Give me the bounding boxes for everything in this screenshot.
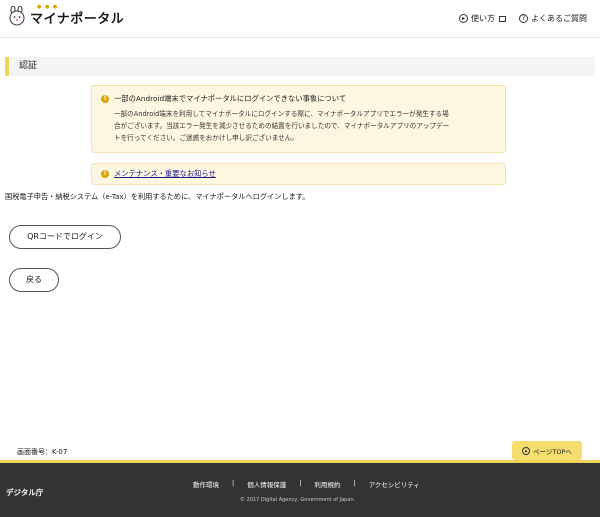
footer-link-terms[interactable]: 利用規約 — [314, 479, 340, 489]
warning-icon: ! — [101, 95, 109, 103]
page-top-label: ページTOPへ — [533, 447, 572, 456]
page-top-button[interactable]: ▴ ページTOPへ — [512, 441, 582, 460]
notice-body-line: 一部のAndroid端末を利用してマイナポータルにログインする際に、マイナポータ… — [114, 110, 449, 118]
intro-text: 国税電子申告・納税システム（e-Tax）を利用するために、マイナポータルへログイ… — [5, 192, 310, 201]
external-window-icon — [499, 15, 506, 22]
screen-number: 画面番号：K-07 — [17, 448, 68, 456]
usage-label: 使い方 — [471, 14, 495, 23]
footer-links: 動作環境 | 個人情報保護 | 利用規約 | アクセシビリティ — [193, 479, 420, 489]
qr-login-button[interactable]: QRコードでログイン — [9, 225, 121, 249]
notice-body-line: 合がございます。当該エラー発生を減少させるための結置を行いましたので、マイナポー… — [114, 122, 450, 130]
footer-separator: | — [232, 479, 235, 487]
notice-body: 一部のAndroid端末を利用してマイナポータルにログインする際に、マイナポータ… — [114, 108, 496, 144]
site-header: ● ● ● マイナポータル ▸ 使い方 ? よくあるご質問 — [0, 0, 600, 38]
notice-body-line: トを行ってください。ご迷惑をおかけし申し訳ございません。 — [114, 134, 298, 142]
footer-link-environment[interactable]: 動作環境 — [193, 479, 219, 489]
page-title: 認証 — [5, 57, 595, 76]
logo-dots: ● ● ● — [37, 4, 59, 10]
logo-text: マイナポータル — [30, 11, 125, 27]
footer-link-privacy[interactable]: 個人情報保護 — [247, 479, 286, 489]
android-notice: ! 一部のAndroid端末でマイナポータルにログインできない事象について 一部… — [91, 85, 506, 153]
site-logo[interactable]: ● ● ● マイナポータル — [7, 4, 125, 28]
question-icon: ? — [519, 14, 528, 23]
site-footer: デジタル庁 動作環境 | 個人情報保護 | 利用規約 | アクセシビリティ © … — [0, 460, 600, 517]
warning-icon: ! — [101, 170, 109, 178]
footer-separator: | — [353, 479, 356, 487]
arrow-up-icon: ▴ — [522, 446, 531, 455]
footer-separator: | — [299, 479, 302, 487]
copyright: © 2017 Digital Agency, Government of Jap… — [240, 497, 356, 503]
play-icon: ▸ — [459, 14, 468, 23]
maintenance-link[interactable]: メンテナンス・重要なお知らせ — [114, 169, 216, 179]
usage-link[interactable]: ▸ 使い方 — [459, 13, 506, 24]
faq-link[interactable]: ? よくあるご質問 — [519, 13, 587, 24]
footer-link-accessibility[interactable]: アクセシビリティ — [369, 479, 420, 489]
back-button[interactable]: 戻る — [9, 268, 59, 292]
mascot-icon — [9, 6, 25, 26]
faq-label: よくあるご質問 — [531, 14, 587, 23]
notice-title: 一部のAndroid端末でマイナポータルにログインできない事象について — [114, 94, 347, 103]
footer-brand[interactable]: デジタル庁 — [6, 487, 43, 498]
maintenance-notice: ! メンテナンス・重要なお知らせ — [91, 163, 506, 185]
